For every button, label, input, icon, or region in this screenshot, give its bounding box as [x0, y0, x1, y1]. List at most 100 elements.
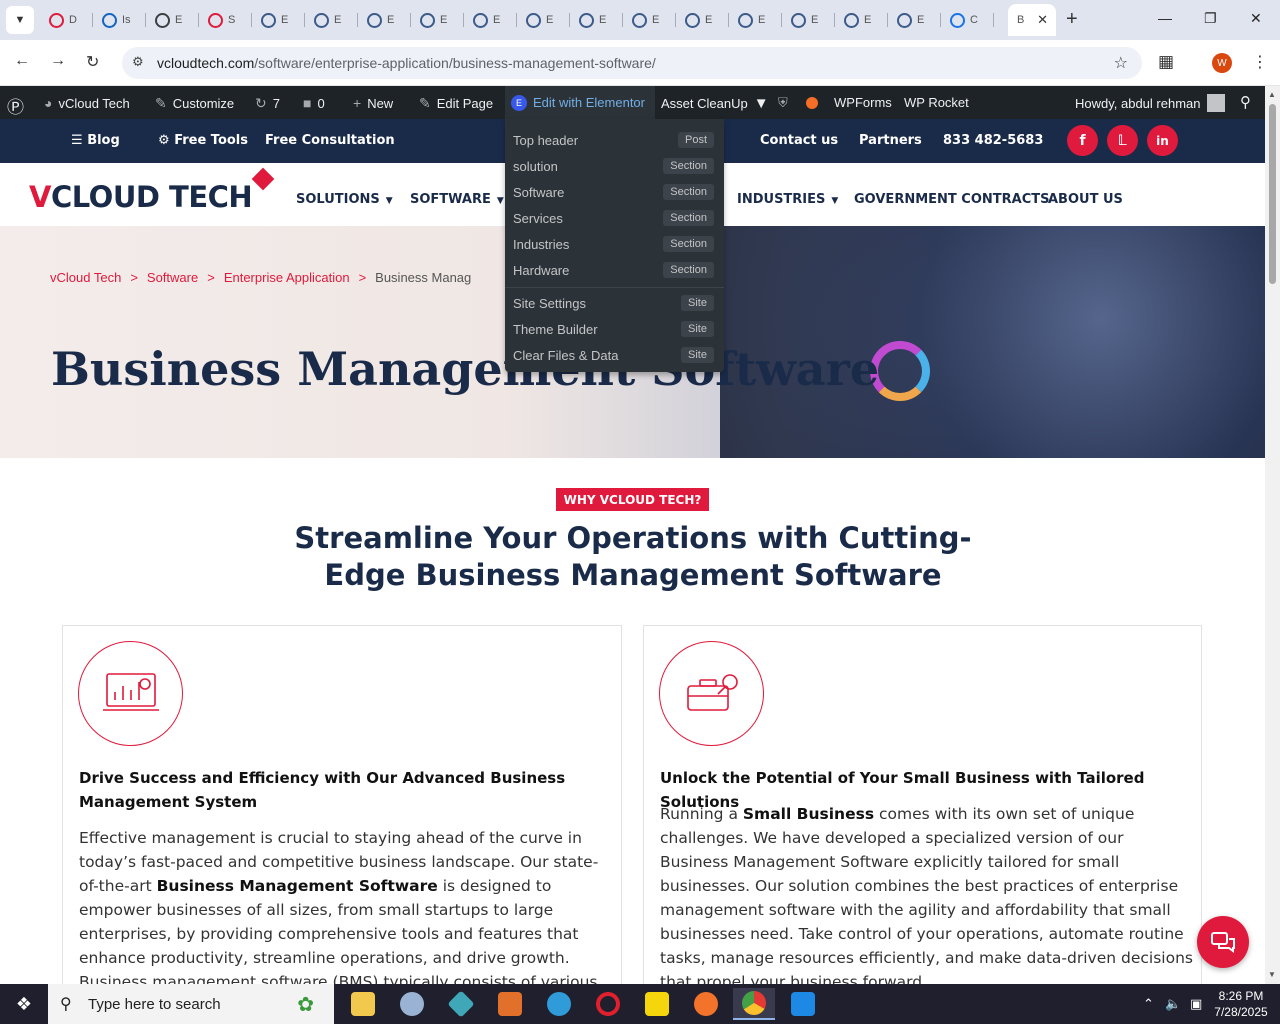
- browser-menu-icon[interactable]: ⋮: [1252, 52, 1268, 72]
- opera-browser-icon[interactable]: [587, 988, 629, 1020]
- elementor-item-hardware[interactable]: Hardware Section: [513, 259, 714, 281]
- close-tab-icon[interactable]: ✕: [1037, 12, 1048, 28]
- browser-tab[interactable]: E: [358, 4, 411, 36]
- admin-edit-page[interactable]: ✎ Edit Page: [419, 95, 493, 112]
- browser-tab[interactable]: E: [888, 4, 941, 36]
- scroll-up-icon[interactable]: ▲: [1268, 90, 1276, 99]
- bookmark-star-icon[interactable]: ☆: [1114, 53, 1128, 73]
- elementor-item-theme-builder[interactable]: Theme Builder Site: [513, 318, 714, 340]
- file-explorer-icon[interactable]: [342, 988, 384, 1020]
- restore-icon[interactable]: ❐: [1204, 10, 1217, 27]
- app-diamond-icon[interactable]: [440, 988, 482, 1020]
- elementor-item-top-header[interactable]: Top header Post: [513, 129, 714, 151]
- site-info-icon[interactable]: ⚙: [132, 54, 144, 70]
- taskbar-search-box[interactable]: ⚲ Type here to search ✿: [48, 984, 334, 1024]
- browser-tab[interactable]: C: [941, 4, 994, 36]
- taskbar-clock[interactable]: 8:26 PM 7/28/2025: [1208, 988, 1274, 1020]
- new-tab-button[interactable]: +: [1066, 8, 1078, 30]
- browser-tab[interactable]: Is: [93, 4, 146, 36]
- tab-search-chevron-icon[interactable]: ▼: [6, 6, 34, 34]
- elementor-item-clear-files[interactable]: Clear Files & Data Site: [513, 344, 714, 366]
- nav-solutions[interactable]: SOLUTIONS ▼: [296, 192, 393, 207]
- windows-start-icon[interactable]: ❖: [0, 984, 48, 1024]
- back-arrow-icon[interactable]: ←: [14, 52, 30, 70]
- browser-tab[interactable]: E: [676, 4, 729, 36]
- status-dot-orange-icon[interactable]: [806, 97, 818, 109]
- reload-icon[interactable]: ↻: [86, 52, 99, 72]
- zoom-app-icon[interactable]: [489, 988, 531, 1020]
- forward-arrow-icon[interactable]: →: [50, 52, 66, 70]
- vscode-icon[interactable]: [782, 988, 824, 1020]
- browser-tab[interactable]: E: [146, 4, 199, 36]
- admin-new[interactable]: + New: [353, 95, 393, 111]
- admin-howdy-user[interactable]: Howdy, abdul rehman: [1075, 94, 1225, 112]
- elementor-item-industries[interactable]: Industries Section: [513, 233, 714, 255]
- admin-edit-with-elementor[interactable]: E Edit with Elementor: [505, 86, 655, 119]
- admin-site-name[interactable]: ◕ vCloud Tech: [44, 95, 130, 111]
- browser-tab[interactable]: E: [464, 4, 517, 36]
- phone-link[interactable]: 833 482-5683: [943, 133, 1043, 148]
- edge-browser-icon[interactable]: [538, 988, 580, 1020]
- page-scrollbar[interactable]: ▲ ▼: [1265, 86, 1280, 984]
- nav-industries[interactable]: INDUSTRIES ▼: [737, 192, 838, 207]
- linkedin-icon[interactable]: in: [1147, 125, 1178, 156]
- url-text[interactable]: vcloudtech.com/software/enterprise-appli…: [157, 55, 656, 71]
- breadcrumb-home[interactable]: vCloud Tech: [50, 270, 121, 285]
- browser-tab[interactable]: D: [40, 4, 93, 36]
- app-colorful-icon[interactable]: [391, 988, 433, 1020]
- blog-link[interactable]: ☰ Blog: [71, 133, 120, 148]
- browser-tab[interactable]: E: [411, 4, 464, 36]
- minimize-icon[interactable]: —: [1158, 10, 1172, 26]
- wordpress-logo-icon[interactable]: Ⓟ: [7, 93, 24, 118]
- browser-tab[interactable]: E: [252, 4, 305, 36]
- admin-customize[interactable]: ✎ Customize: [155, 95, 234, 112]
- elementor-item-software[interactable]: Software Section: [513, 181, 714, 203]
- free-tools-link[interactable]: ⚙ Free Tools: [158, 133, 248, 148]
- site-logo[interactable]: VCLOUD TECH: [29, 180, 253, 214]
- tab-active[interactable]: B ✕: [1008, 4, 1056, 36]
- elementor-item-site-settings[interactable]: Site Settings Site: [513, 292, 714, 314]
- nav-software[interactable]: SOFTWARE ▼: [410, 192, 504, 207]
- elementor-item-solution[interactable]: solution Section: [513, 155, 714, 177]
- tab-label: E: [599, 14, 607, 26]
- browser-tab[interactable]: E: [729, 4, 782, 36]
- browser-tab[interactable]: E: [623, 4, 676, 36]
- elementor-item-services[interactable]: Services Section: [513, 207, 714, 229]
- nav-government-contracts[interactable]: GOVERNMENT CONTRACTS: [854, 192, 1049, 207]
- admin-comments[interactable]: ■ 0: [303, 95, 325, 111]
- admin-updates[interactable]: ↻ 7: [255, 95, 280, 112]
- scroll-thumb[interactable]: [1269, 104, 1276, 284]
- x-twitter-icon[interactable]: 𝕃: [1107, 125, 1138, 156]
- admin-wpforms[interactable]: WPForms: [834, 95, 892, 110]
- url-path: /software/enterprise-application/busines…: [254, 55, 656, 71]
- browser-tab[interactable]: E: [305, 4, 358, 36]
- breadcrumb-software[interactable]: Software: [147, 270, 198, 285]
- nav-about-us[interactable]: ABOUT US: [1048, 192, 1123, 207]
- scroll-down-icon[interactable]: ▼: [1268, 970, 1276, 979]
- chrome-browser-icon[interactable]: [733, 988, 775, 1020]
- breadcrumb-enterprise[interactable]: Enterprise Application: [224, 270, 350, 285]
- admin-search-icon[interactable]: ⚲: [1240, 93, 1251, 111]
- profile-avatar[interactable]: W: [1212, 53, 1232, 73]
- close-window-icon[interactable]: ✕: [1250, 10, 1262, 27]
- firefox-browser-icon[interactable]: [685, 988, 727, 1020]
- browser-tab[interactable]: E: [517, 4, 570, 36]
- browser-tab[interactable]: S: [199, 4, 252, 36]
- admin-asset-cleanup[interactable]: Asset CleanUp ▼: [661, 95, 769, 112]
- facebook-icon[interactable]: f: [1067, 125, 1098, 156]
- show-hidden-icons-icon[interactable]: ⌃: [1143, 996, 1154, 1012]
- contact-us-link[interactable]: Contact us: [760, 133, 838, 148]
- free-consultation-link[interactable]: Free Consultation: [265, 133, 395, 148]
- network-icon[interactable]: ▣: [1190, 996, 1202, 1012]
- partners-link[interactable]: Partners: [859, 133, 922, 148]
- browser-tab[interactable]: E: [570, 4, 623, 36]
- sticky-notes-icon[interactable]: [636, 988, 678, 1020]
- volume-icon[interactable]: 🔈: [1165, 996, 1181, 1012]
- shield-plugin-icon[interactable]: ⛨: [778, 95, 788, 111]
- address-bar[interactable]: ⚙ vcloudtech.com/software/enterprise-app…: [122, 47, 1142, 79]
- browser-tab[interactable]: E: [782, 4, 835, 36]
- browser-tab[interactable]: E: [835, 4, 888, 36]
- admin-wp-rocket[interactable]: WP Rocket: [904, 95, 969, 110]
- chat-button[interactable]: [1197, 916, 1249, 968]
- extensions-puzzle-icon[interactable]: ▦: [1158, 52, 1174, 72]
